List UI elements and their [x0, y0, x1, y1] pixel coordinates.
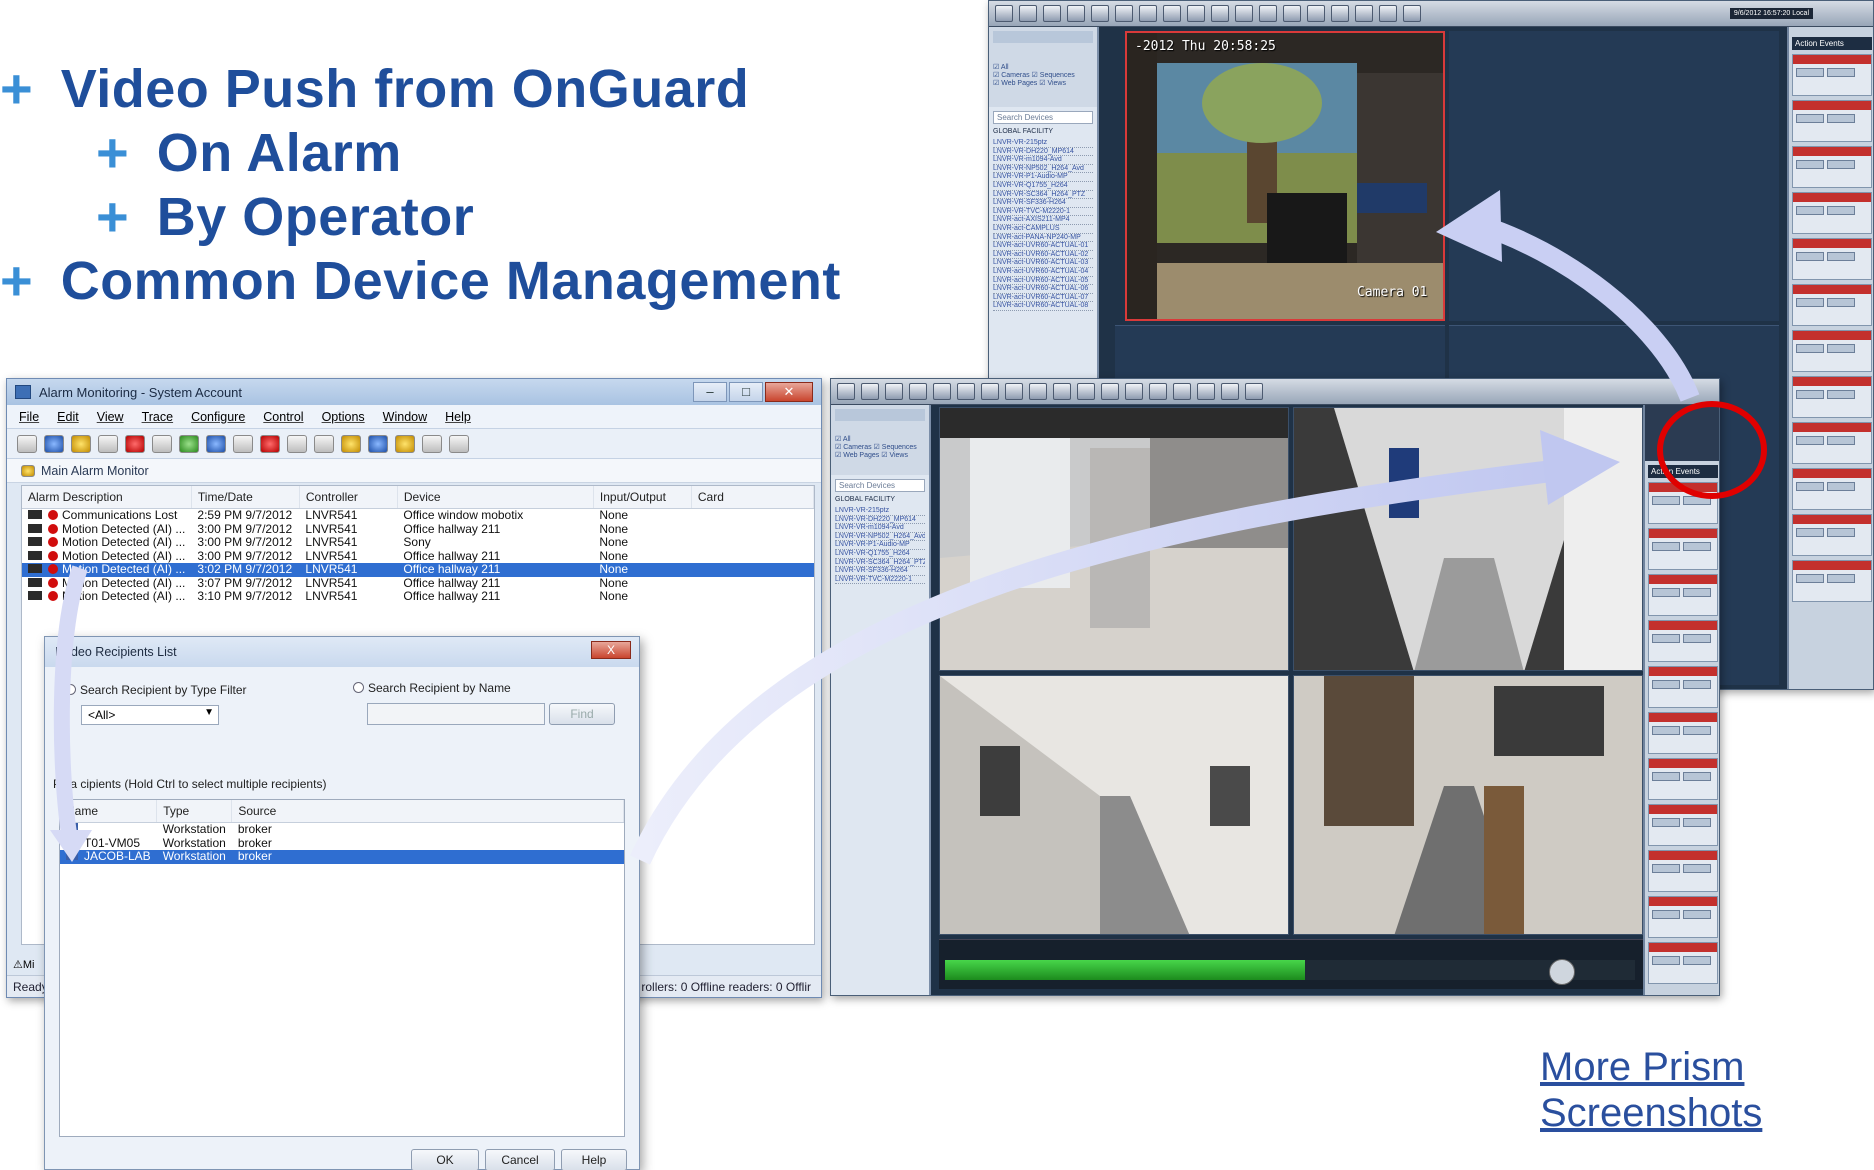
more-prism-screenshots-link[interactable]: More Prism Screenshots: [1540, 1044, 1762, 1137]
arrow-to-prism-front: [630, 459, 1562, 865]
arrow-to-prism-back: [1477, 215, 1700, 402]
arrowhead-icon: [50, 830, 92, 862]
link-line-1[interactable]: More Prism: [1540, 1044, 1762, 1090]
highlight-ring: [1657, 401, 1767, 499]
arrowhead-icon: [1540, 430, 1620, 505]
arrow-to-dialog: [53, 565, 88, 842]
arrowhead-icon: [1436, 190, 1502, 262]
annotation-overlay: [50, 190, 1767, 865]
link-line-2[interactable]: Screenshots: [1540, 1090, 1762, 1136]
